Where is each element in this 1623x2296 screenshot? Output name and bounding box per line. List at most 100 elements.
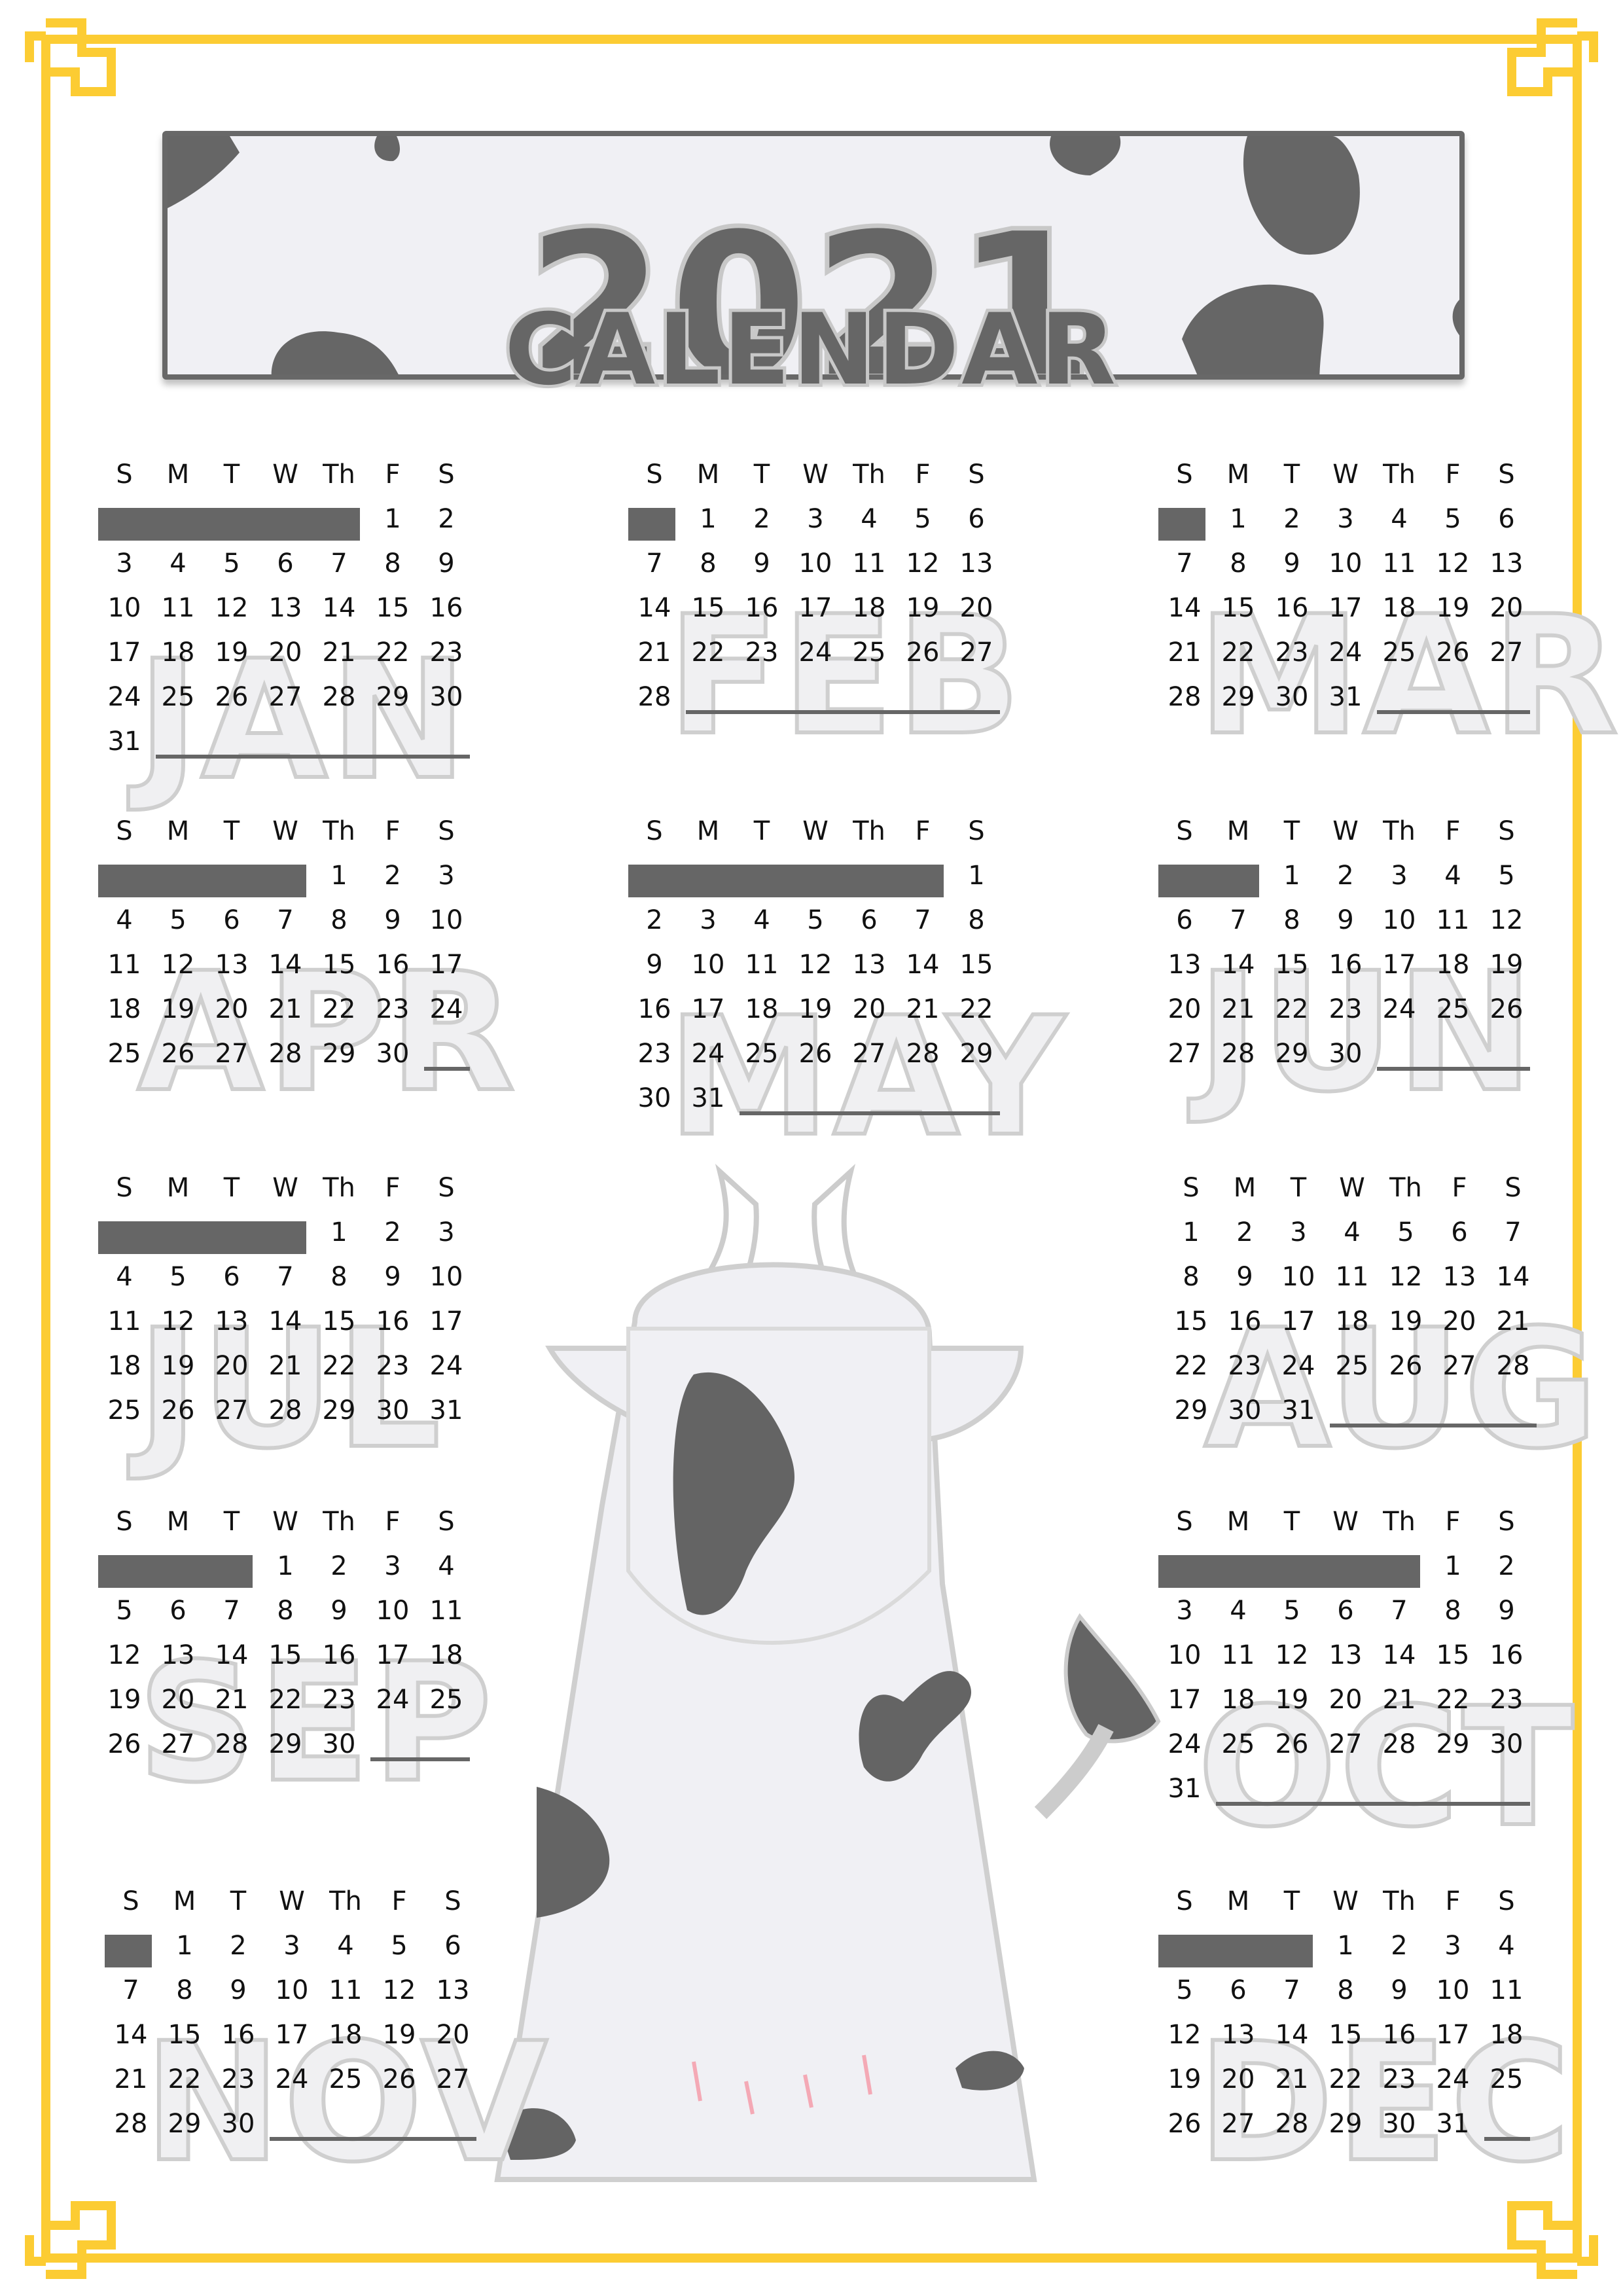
day-cell: 24	[275, 2064, 309, 2094]
day-cell: 20	[268, 637, 302, 668]
weekday-header: S	[116, 1507, 133, 1537]
day-cell: 24	[1281, 1351, 1315, 1381]
day-cell: 20	[1489, 593, 1524, 623]
day-cell: 14	[637, 593, 671, 623]
day-cell: 29	[1275, 1039, 1309, 1069]
weekday-header: T	[1283, 459, 1300, 490]
day-cell: 12	[382, 1975, 416, 2005]
day-cell: 23	[745, 637, 779, 668]
day-cell: 9	[646, 950, 663, 980]
month-jun: JUN S M T W Th F S 1 2 3 4 5 6 7 8 9 10 11 12 13 14 15 16 17 18 19…	[1158, 815, 1538, 1142]
day-cell: 13	[959, 548, 993, 579]
day-cell: 23	[376, 1351, 410, 1381]
day-cell: 6	[1498, 504, 1515, 534]
day-cell: 23	[322, 1685, 356, 1715]
leading-blank-bar	[1158, 865, 1259, 897]
leading-blank-bar	[1158, 1935, 1313, 1967]
weekday-header: S	[1176, 1507, 1193, 1537]
weekday-header: T	[223, 459, 240, 490]
day-cell: 13	[1168, 950, 1202, 980]
weekday-header: S	[1183, 1173, 1200, 1203]
weekday-header: S	[116, 459, 133, 490]
day-cell: 28	[114, 2109, 148, 2139]
day-cell: 5	[169, 905, 187, 935]
day-cell: 2	[1283, 504, 1300, 534]
day-cell: 29	[959, 1039, 993, 1069]
day-cell: 23	[1228, 1351, 1262, 1381]
day-cell: 24	[1329, 637, 1363, 668]
day-cell: 19	[107, 1685, 141, 1715]
day-cell: 28	[906, 1039, 940, 1069]
day-cell: 5	[1444, 504, 1461, 534]
day-cell: 15	[1329, 2020, 1363, 2050]
weekday-header: S	[1176, 816, 1193, 846]
day-cell: 28	[1168, 682, 1202, 712]
day-cell: 15	[268, 1640, 302, 1670]
day-cell: 26	[906, 637, 940, 668]
day-cell: 18	[329, 2020, 363, 2050]
day-cell: 7	[277, 905, 294, 935]
weekday-header: S	[438, 1507, 455, 1537]
day-cell: 4	[753, 905, 770, 935]
day-cell: 3	[116, 548, 133, 579]
day-cell: 29	[268, 1729, 302, 1759]
weekday-header: S	[1498, 1507, 1515, 1537]
day-cell: 16	[1228, 1306, 1262, 1336]
day-cell: 17	[275, 2020, 309, 2050]
weekday-header: W	[272, 1173, 298, 1203]
day-cell: 5	[391, 1931, 408, 1961]
day-cell: 6	[277, 548, 294, 579]
weekday-header: M	[166, 816, 190, 846]
day-cell: 16	[322, 1640, 356, 1670]
day-cell: 25	[1221, 1729, 1255, 1759]
day-cell: 29	[376, 682, 410, 712]
day-cell: 17	[429, 1306, 463, 1336]
weekday-header: S	[122, 1886, 139, 1916]
day-cell: 17	[376, 1640, 410, 1670]
day-cell: 8	[277, 1596, 294, 1626]
day-cell: 22	[168, 2064, 202, 2094]
day-cell: 9	[1337, 905, 1354, 935]
day-cell: 5	[1176, 1975, 1193, 2005]
weekday-header: M	[1226, 1886, 1250, 1916]
weekday-header: Th	[329, 1886, 362, 1916]
day-cell: 14	[906, 950, 940, 980]
day-cell: 4	[1498, 1931, 1515, 1961]
day-cell: 6	[968, 504, 985, 534]
weekday-header: S	[1505, 1173, 1522, 1203]
day-cell: 10	[1329, 548, 1363, 579]
day-cell: 31	[1281, 1395, 1315, 1426]
month-oct: OCT S M T W Th F S 1 2 3 4 5 6 7 8 9 10 11 12 13 14 15 16 17 18 19…	[1158, 1505, 1576, 1852]
day-cell: 7	[277, 1262, 294, 1292]
day-cell: 25	[1335, 1351, 1369, 1381]
day-cell: 20	[161, 1685, 195, 1715]
day-cell: 15	[1275, 950, 1309, 980]
day-cell: 21	[268, 1351, 302, 1381]
day-cell: 4	[1391, 504, 1408, 534]
weekday-header: F	[1452, 1173, 1467, 1203]
day-cell: 14	[268, 1306, 302, 1336]
day-cell: 7	[330, 548, 348, 579]
trailing-blank-line	[686, 710, 1000, 714]
day-cell: 10	[107, 593, 141, 623]
day-cell: 26	[215, 682, 249, 712]
day-cell: 16	[637, 994, 671, 1024]
day-cell: 23	[221, 2064, 255, 2094]
day-cell: 24	[429, 1351, 463, 1381]
month-feb: FEB S M T W Th F S 1 2 3 4 5 6 7 8 9 10 11 12 13 14 15 16 17 18 19…	[628, 458, 1023, 785]
day-cell: 27	[959, 637, 993, 668]
weekday-header: W	[1332, 1507, 1359, 1537]
leading-blank-bar	[98, 508, 360, 541]
day-cell: 4	[1344, 1217, 1361, 1247]
weekday-header: W	[802, 459, 829, 490]
day-cell: 30	[1228, 1395, 1262, 1426]
day-cell: 16	[1382, 2020, 1416, 2050]
day-cell: 15	[322, 1306, 356, 1336]
day-cell: 15	[376, 593, 410, 623]
weekday-header: F	[1445, 459, 1461, 490]
day-cell: 17	[429, 950, 463, 980]
weekday-header: T	[230, 1886, 247, 1916]
weekday-header: M	[166, 459, 190, 490]
day-cell: 25	[429, 1685, 463, 1715]
day-cell: 14	[114, 2020, 148, 2050]
